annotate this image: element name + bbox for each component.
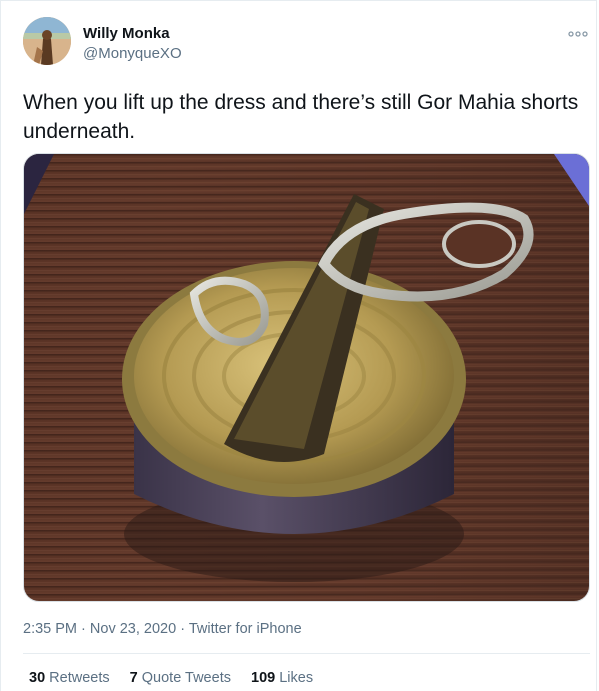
quote-tweets-stat[interactable]: 7 Quote Tweets xyxy=(130,670,235,686)
tweet-card: Willy Monka @MonyqueXO When you lift up … xyxy=(0,0,597,691)
avatar[interactable] xyxy=(23,17,71,65)
tweet-source[interactable]: Twitter for iPhone xyxy=(189,621,302,637)
retweets-count: 30 xyxy=(29,670,46,686)
author-name[interactable]: Willy Monka xyxy=(83,25,170,42)
quotes-label: Quote Tweets xyxy=(141,670,231,686)
retweets-stat[interactable]: 30 Retweets xyxy=(29,670,114,686)
likes-label: Likes xyxy=(279,670,314,686)
divider xyxy=(23,653,590,654)
tweet-text: When you lift up the dress and there’s s… xyxy=(23,91,579,143)
likes-stat[interactable]: 109 Likes xyxy=(251,670,313,686)
tweet-timestamp[interactable]: 2:35 PM · Nov 23, 2020 · Twitter for iPh… xyxy=(23,621,302,637)
meta-separator: · xyxy=(81,621,86,637)
tweet-photo[interactable] xyxy=(23,153,590,602)
quotes-count: 7 xyxy=(129,670,138,686)
retweets-label: Retweets xyxy=(49,670,110,686)
tweet-stats: 30 Retweets 7 Quote Tweets 109 Likes xyxy=(29,670,329,686)
likes-count: 109 xyxy=(251,670,276,686)
photo-image xyxy=(24,154,589,601)
tweet-time[interactable]: 2:35 PM xyxy=(23,621,77,637)
meta-separator: · xyxy=(180,621,186,637)
more-options-icon[interactable] xyxy=(567,27,589,39)
author-handle[interactable]: @MonyqueXO xyxy=(83,45,182,62)
tweet-date[interactable]: Nov 23, 2020 xyxy=(90,621,176,637)
